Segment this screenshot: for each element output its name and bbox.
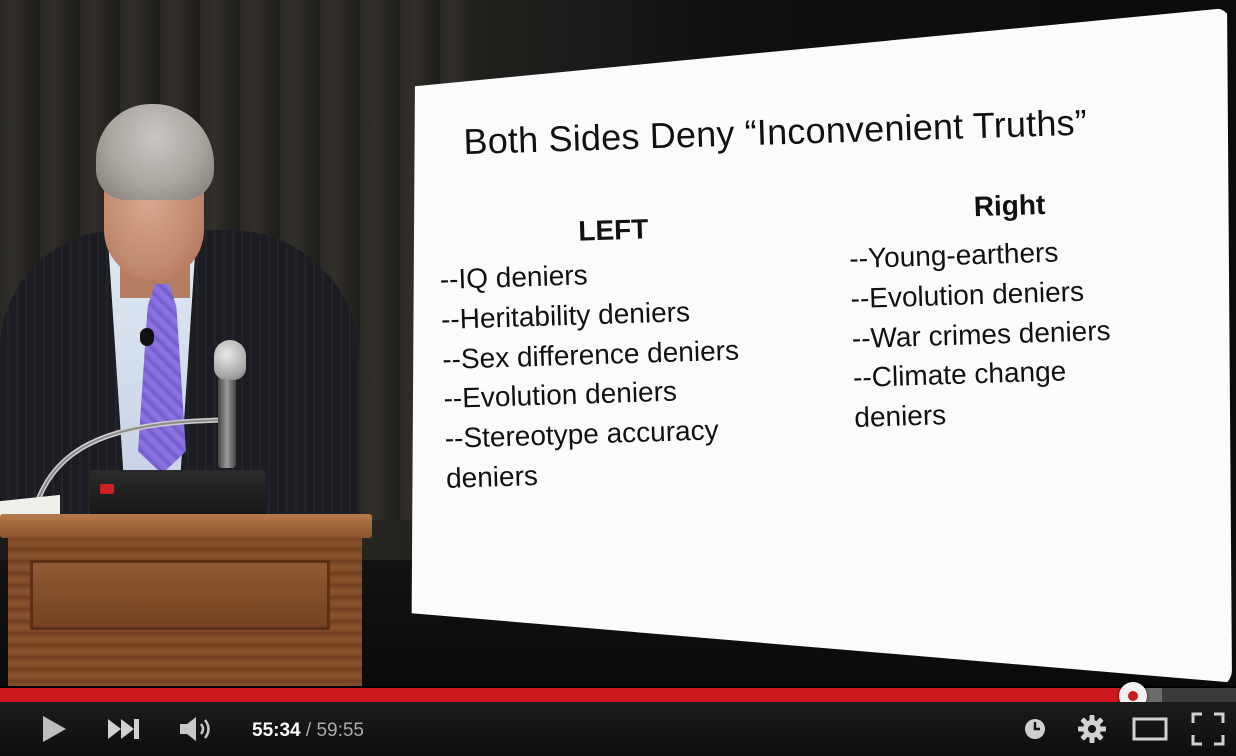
player-control-bar: 55:34 / 59:55 (0, 702, 1236, 756)
lectern-top (0, 514, 372, 538)
slide-title: Both Sides Deny “Inconvenient Truths” (462, 101, 1088, 163)
volume-icon (180, 717, 210, 741)
next-icon (108, 719, 139, 739)
current-time: 55:34 (252, 720, 301, 741)
next-button[interactable] (104, 714, 144, 744)
laptop-logo (100, 484, 114, 494)
theater-mode-icon (1132, 717, 1168, 741)
laptop (90, 470, 266, 518)
gear-icon (1078, 715, 1106, 743)
progress-bar[interactable] (0, 688, 1236, 702)
speaker-hair (96, 104, 214, 200)
volume-button[interactable] (174, 714, 222, 744)
left-column-heading: LEFT (577, 213, 649, 247)
video-frame[interactable]: Both Sides Deny “Inconvenient Truths” LE… (0, 0, 1236, 686)
total-time: 59:55 (316, 720, 364, 741)
settings-button[interactable] (1072, 714, 1112, 744)
time-separator: / (300, 720, 317, 741)
microphone-body (218, 376, 236, 468)
fullscreen-button[interactable] (1186, 712, 1230, 746)
watch-later-button[interactable] (1018, 714, 1052, 744)
theater-mode-button[interactable] (1128, 714, 1172, 744)
lapel-microphone (140, 328, 154, 346)
right-column-list: --Young-earthers --Evolution deniers --W… (849, 228, 1205, 438)
right-column-heading: Right (973, 188, 1046, 223)
fullscreen-icon (1191, 712, 1225, 746)
list-item: --Stereotype accuracy deniers (444, 414, 720, 494)
list-item: --Climate change deniers (852, 355, 1067, 434)
progress-played (0, 688, 1134, 702)
clock-icon (1025, 719, 1045, 739)
left-column-list: --IQ deniers --Heritability deniers --Se… (439, 248, 826, 498)
lectern-panel (30, 560, 330, 630)
microphone-head (214, 340, 246, 380)
time-readout: 55:34 / 59:55 (252, 716, 364, 746)
play-button[interactable] (34, 714, 74, 744)
presentation-slide: Both Sides Deny “Inconvenient Truths” LE… (402, 0, 1236, 686)
play-icon (43, 716, 66, 742)
